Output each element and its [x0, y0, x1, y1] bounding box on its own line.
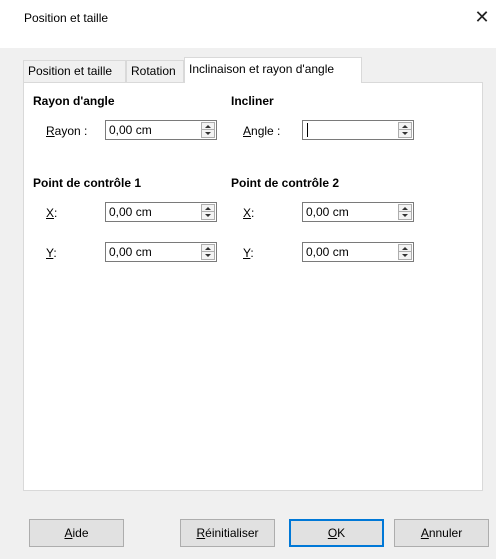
rayon-value: 0,00 cm — [109, 123, 152, 137]
rayon-angle-heading: Rayon d'angle — [33, 94, 115, 108]
tab-rotation[interactable]: Rotation — [126, 60, 184, 82]
rayon-label: Rayon : — [46, 124, 87, 138]
spin-up-icon[interactable] — [205, 207, 211, 210]
label-text: : — [251, 206, 255, 220]
spin-arrows[interactable] — [201, 244, 215, 260]
spin-down-icon[interactable] — [402, 132, 408, 135]
title-bar: Position et taille ✕ — [0, 0, 496, 48]
tab-panel — [23, 82, 483, 491]
tab-inclinaison[interactable]: Inclinaison et rayon d'angle — [184, 57, 362, 83]
spin-up-icon[interactable] — [205, 125, 211, 128]
spin-arrows[interactable] — [398, 244, 412, 260]
mnemonic: R — [196, 526, 206, 540]
mnemonic: O — [327, 526, 338, 540]
spin-divider — [202, 251, 214, 252]
button-label: nnuler — [428, 526, 463, 540]
spin-divider — [202, 211, 214, 212]
point2-heading: Point de contrôle 2 — [231, 176, 340, 190]
spin-divider — [399, 129, 411, 130]
spin-arrows[interactable] — [398, 122, 412, 138]
mnemonic: X — [243, 206, 252, 220]
incliner-heading: Incliner — [231, 94, 274, 108]
mnemonic: R — [46, 124, 55, 138]
rayon-spinbox[interactable]: 0,00 cm — [105, 120, 217, 140]
label-text: : — [53, 246, 57, 260]
spin-divider — [202, 129, 214, 130]
spin-down-icon[interactable] — [205, 254, 211, 257]
tab-position-et-taille[interactable]: Position et taille — [23, 60, 126, 82]
spin-divider — [399, 251, 411, 252]
button-label: ide — [72, 526, 89, 540]
angle-label: Angle : — [243, 124, 280, 138]
spin-up-icon[interactable] — [402, 125, 408, 128]
spin-down-icon[interactable] — [205, 214, 211, 217]
label-text: : — [54, 206, 58, 220]
spin-up-icon[interactable] — [402, 207, 408, 210]
label-text: : — [250, 246, 254, 260]
mnemonic: A — [243, 124, 252, 138]
point1-x-value: 0,00 cm — [109, 205, 152, 219]
text-cursor — [307, 123, 308, 137]
spin-up-icon[interactable] — [402, 247, 408, 250]
point1-y-value: 0,00 cm — [109, 245, 152, 259]
point2-y-spinbox[interactable]: 0,00 cm — [302, 242, 414, 262]
spin-down-icon[interactable] — [205, 132, 211, 135]
spin-divider — [399, 211, 411, 212]
point1-x-spinbox[interactable]: 0,00 cm — [105, 202, 217, 222]
mnemonic: X — [46, 206, 55, 220]
reset-button[interactable]: Réinitialiser — [180, 519, 275, 547]
tab-label: Rotation — [131, 64, 176, 78]
button-label: éinitialiser — [205, 526, 259, 540]
point2-x-label: X: — [243, 206, 254, 220]
spin-down-icon[interactable] — [402, 254, 408, 257]
spin-down-icon[interactable] — [402, 214, 408, 217]
spin-arrows[interactable] — [201, 122, 215, 138]
window-title: Position et taille — [24, 11, 109, 25]
cancel-button[interactable]: Annuler — [394, 519, 489, 547]
point2-y-label: Y: — [243, 246, 254, 260]
spin-arrows[interactable] — [201, 204, 215, 220]
tab-label: Inclinaison et rayon d'angle — [189, 62, 335, 76]
point2-y-value: 0,00 cm — [306, 245, 349, 259]
angle-spinbox[interactable] — [302, 120, 414, 140]
tab-label: Position et taille — [28, 64, 113, 78]
mnemonic: A — [420, 526, 429, 540]
label-text: ayon : — [54, 124, 88, 138]
spin-arrows[interactable] — [398, 204, 412, 220]
point2-x-value: 0,00 cm — [306, 205, 349, 219]
point1-heading: Point de contrôle 1 — [33, 176, 142, 190]
button-label: K — [337, 526, 346, 540]
label-text: ngle : — [251, 124, 281, 138]
ok-button[interactable]: OK — [289, 519, 384, 547]
help-button[interactable]: Aide — [29, 519, 124, 547]
point1-y-spinbox[interactable]: 0,00 cm — [105, 242, 217, 262]
point1-y-label: Y: — [46, 246, 57, 260]
point2-x-spinbox[interactable]: 0,00 cm — [302, 202, 414, 222]
point1-x-label: X: — [46, 206, 57, 220]
spin-up-icon[interactable] — [205, 247, 211, 250]
close-icon[interactable]: ✕ — [470, 5, 494, 29]
mnemonic: A — [64, 526, 73, 540]
